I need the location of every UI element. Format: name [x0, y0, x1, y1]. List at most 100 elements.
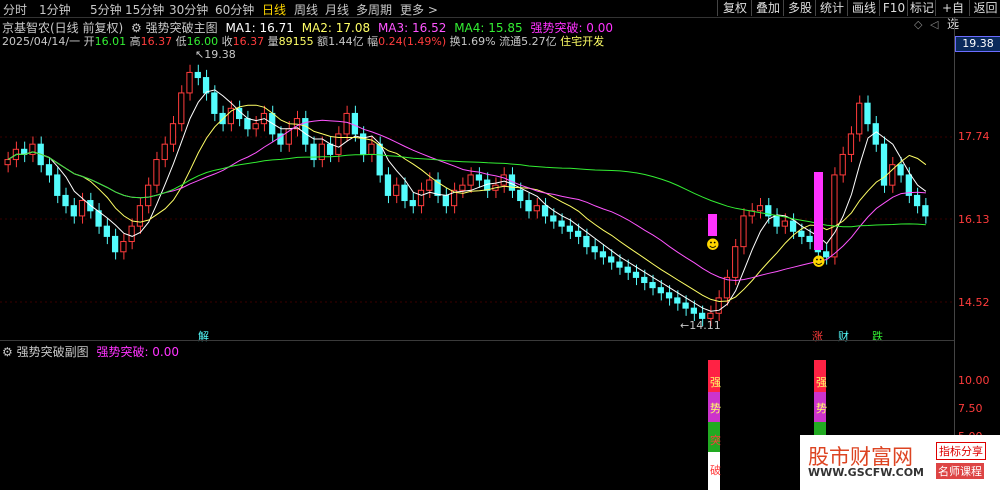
event-marker-die[interactable]: 跌 — [872, 328, 883, 344]
candle-body — [682, 302, 689, 309]
back-button[interactable]: 返回 — [969, 0, 1000, 16]
candle-body — [789, 220, 797, 232]
candle-body — [128, 225, 135, 243]
candle-body — [161, 143, 168, 161]
candle-body — [641, 276, 648, 284]
candle-body — [897, 164, 904, 176]
sub-bar-char: 势 — [710, 402, 721, 415]
panel-divider[interactable] — [0, 340, 954, 341]
candle-body — [591, 246, 598, 253]
signal-bar — [708, 214, 717, 236]
candle-body — [467, 174, 474, 186]
sub-indicator-name[interactable]: 强势突破副图 — [17, 345, 89, 359]
candle-body — [541, 205, 549, 217]
candle-body — [583, 235, 590, 248]
candle-body — [153, 159, 160, 186]
price-tick: 17.74 — [958, 130, 990, 143]
candle-body — [78, 200, 86, 217]
candle-body — [517, 189, 524, 202]
candle-body — [417, 189, 425, 207]
event-marker-cai[interactable]: 财 — [838, 328, 849, 344]
collapse-diamond-icon[interactable]: ◇ — [914, 18, 922, 31]
candle-body — [665, 292, 673, 299]
candle-body — [533, 205, 540, 212]
candle-body — [475, 174, 483, 181]
candle-body — [608, 256, 615, 263]
signal-bar — [814, 172, 823, 250]
candle-body — [351, 112, 359, 135]
sub-settings-gear-icon[interactable]: ⚙ — [2, 345, 13, 359]
candle-body — [186, 71, 193, 94]
candle-body — [831, 174, 838, 258]
candle-body — [856, 102, 863, 135]
candle-body — [459, 184, 466, 191]
candle-body — [500, 174, 507, 186]
price-axis — [954, 18, 1000, 490]
candle-body — [732, 246, 739, 278]
candle-body — [657, 287, 664, 294]
sub-tick: 7.50 — [958, 402, 983, 415]
candle-body — [699, 312, 706, 319]
panel-close-icon[interactable]: ◁ — [930, 18, 938, 31]
kline-chart-svg[interactable] — [0, 0, 954, 490]
candle-body — [740, 215, 747, 248]
sub-bar-char: 强 — [710, 376, 721, 389]
candle-body — [798, 230, 805, 237]
candle-body — [169, 123, 177, 145]
candle-body — [326, 143, 334, 155]
candle-body — [599, 251, 607, 258]
candle-body — [343, 112, 350, 135]
candle-body — [864, 102, 871, 125]
candle-body — [376, 143, 383, 176]
candle-body — [574, 230, 582, 237]
candle-body — [211, 92, 218, 114]
event-marker-zhang[interactable]: 涨 — [812, 328, 823, 344]
candle-body — [136, 205, 144, 227]
sub-panel-header: ⚙ 强势突破副图 强势突破: 0.00 — [2, 343, 179, 360]
candle-body — [178, 92, 185, 125]
high-point-label: ↖19.38 — [195, 48, 236, 61]
sub-bar-char: 破 — [710, 464, 721, 477]
candle-body — [550, 215, 557, 222]
sub-tick: 10.00 — [958, 374, 990, 387]
high-point-value: 19.38 — [204, 48, 236, 61]
watermark-banner: 股市财富网 WWW.GSCFW.COM 指标分享 名师课程 — [800, 435, 1000, 490]
candle-body — [145, 184, 152, 207]
candle-body — [632, 271, 640, 278]
watermark-tag-course: 名师课程 — [936, 463, 984, 479]
candle-body — [70, 205, 77, 217]
candle-body — [103, 225, 110, 237]
candle-body — [45, 164, 53, 176]
candle-body — [781, 220, 788, 227]
sub-bar-char: 突 — [710, 434, 721, 447]
candle-body — [847, 133, 855, 155]
candle-body — [442, 194, 449, 207]
sub-bar-char: 势 — [816, 402, 827, 415]
candle-body — [194, 71, 201, 79]
candle-body — [244, 118, 251, 130]
candle-body — [624, 266, 631, 273]
smiley-signal-icon: ☻ — [706, 238, 720, 253]
candle-body — [913, 194, 921, 207]
price-tick: 16.13 — [958, 213, 990, 226]
candle-body — [252, 123, 259, 130]
candle-body — [525, 200, 532, 212]
event-marker-jie[interactable]: 解 — [198, 328, 209, 344]
candle-body — [616, 261, 623, 268]
sub-bar-char: 强 — [816, 376, 827, 389]
low-point-value: 14.11 — [689, 319, 721, 332]
candle-body — [62, 194, 69, 207]
candle-body — [806, 235, 813, 243]
candle-body — [922, 205, 929, 217]
smiley-signal-icon: ☻ — [812, 255, 826, 270]
candle-body — [674, 297, 681, 304]
candle-body — [54, 174, 61, 196]
candle-body — [566, 225, 573, 232]
candle-body — [202, 77, 210, 94]
candle-body — [368, 143, 375, 155]
candle-body — [426, 179, 433, 191]
candlestick-group — [4, 64, 929, 327]
candle-body — [409, 200, 416, 207]
low-point-label: ←14.11 — [680, 319, 721, 332]
candle-body — [773, 215, 780, 227]
